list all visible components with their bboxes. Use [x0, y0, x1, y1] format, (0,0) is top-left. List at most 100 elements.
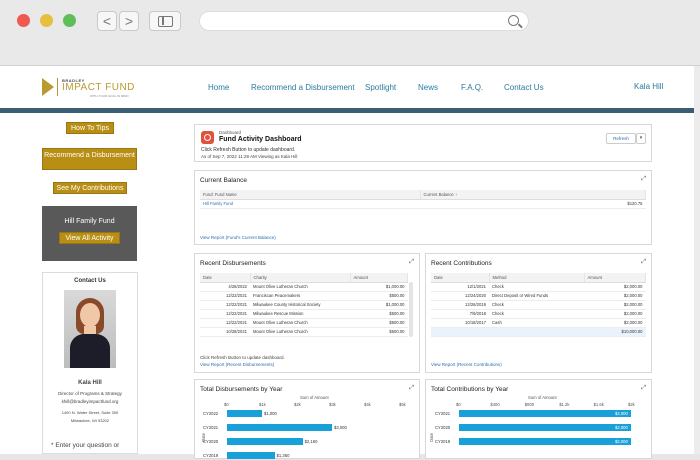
- y-tick-label: CY2021: [203, 425, 219, 430]
- y-tick-label: CY2020: [203, 439, 219, 444]
- total-row: $10,000.00: [431, 327, 646, 337]
- minimize-window-button[interactable]: [40, 14, 53, 27]
- contact-address-line2: Milwaukee, WI 53202: [70, 418, 110, 423]
- sidebar: How To Tips Recommend a Disbursement See…: [0, 113, 185, 454]
- x-tick-label: $0: [456, 402, 461, 407]
- expand-icon[interactable]: ⤢: [641, 259, 646, 266]
- x-tick-label: $400: [490, 402, 500, 407]
- expand-icon[interactable]: ⤢: [641, 176, 646, 183]
- x-tick-label: $800: [524, 402, 535, 407]
- search-icon: [508, 15, 519, 26]
- family-fund-name: Hill Family Fund: [64, 218, 115, 225]
- bar[interactable]: [227, 438, 303, 445]
- view-balance-report-link[interactable]: View Report (Fund's Current Balance): [200, 235, 276, 240]
- contact-name: Kala Hill: [78, 380, 102, 386]
- question-prompt: * Enter your question or: [51, 442, 120, 449]
- chevron-left-icon: <: [102, 13, 112, 29]
- dashboard-breadcrumb: Dashboard: [219, 130, 242, 135]
- nav-home[interactable]: Home: [208, 83, 229, 92]
- y-tick-label: CY2019: [435, 439, 451, 444]
- column-header[interactable]: Current Balance ↑: [420, 190, 646, 200]
- x-tick-label: $4k: [364, 402, 371, 407]
- view-contributions-report-link[interactable]: View Report (Recent Contributions): [431, 362, 502, 367]
- x-tick-label: $1.2k: [559, 402, 570, 407]
- contact-email[interactable]: khill@bradleyimpactfund.org: [43, 399, 137, 404]
- table-row: 10/18/2017 Cash $2,000.00: [431, 318, 646, 328]
- user-name[interactable]: Kala Hill: [634, 82, 663, 91]
- x-tick-label: $0: [224, 402, 229, 407]
- recommend-disbursement-button[interactable]: Recommend a Disbursement: [42, 148, 137, 170]
- how-to-tips-button[interactable]: How To Tips: [66, 122, 114, 134]
- column-header[interactable]: Method: [489, 273, 585, 283]
- address-bar[interactable]: [199, 11, 529, 31]
- expand-icon[interactable]: ⤢: [409, 259, 414, 266]
- column-header[interactable]: Date: [431, 273, 490, 283]
- contributions-title: Recent Contributions: [431, 260, 492, 267]
- current-balance-title: Current Balance: [200, 177, 247, 184]
- contact-photo: [64, 290, 116, 368]
- column-header[interactable]: Amount: [350, 273, 408, 283]
- nav-spotlight[interactable]: Spotlight: [365, 83, 396, 92]
- bar[interactable]: [459, 424, 631, 431]
- data-label: $2,000: [615, 411, 628, 416]
- dashboard-as-of: As of Sep 7, 2022 11:28 AM Viewing as Ka…: [201, 154, 298, 159]
- back-button[interactable]: <: [97, 11, 117, 31]
- close-window-button[interactable]: [17, 14, 30, 27]
- refresh-dropdown-button[interactable]: ▾: [636, 133, 646, 144]
- fund-name-link[interactable]: Hill Family Fund: [200, 199, 420, 209]
- x-tick-label: $3k: [329, 402, 336, 407]
- page-scrollbar[interactable]: [694, 66, 700, 454]
- nav-recommend-disbursement[interactable]: Recommend a Disbursement: [251, 83, 355, 92]
- data-label: $2,160: [304, 439, 318, 444]
- contributions-total: $10,000.00: [584, 327, 646, 337]
- browser-toolbar: < >: [0, 0, 700, 66]
- column-header[interactable]: Fund: Fund Name: [200, 190, 421, 200]
- see-my-contributions-button[interactable]: See My Contributions: [53, 182, 127, 194]
- maximize-window-button[interactable]: [63, 14, 76, 27]
- bar[interactable]: [459, 438, 631, 445]
- family-fund-card: Hill Family Fund View All Activity: [42, 206, 137, 261]
- chart-y-axis-label: Date: [428, 433, 434, 442]
- column-header[interactable]: Charity: [250, 273, 351, 283]
- disbursements-table: Date Charity Amount 4/28/2022 Mount Olive L…: [200, 273, 408, 337]
- sidebar-toggle-button[interactable]: [149, 11, 181, 31]
- x-tick-label: $2k: [628, 402, 635, 407]
- chevron-down-icon: ▾: [639, 135, 643, 141]
- x-tick-label: $5k: [399, 402, 406, 407]
- x-tick-label: $1k: [259, 402, 266, 407]
- logo-text: IMPACT FUND: [62, 82, 135, 93]
- column-header[interactable]: Date: [200, 273, 251, 283]
- recent-contributions-panel: Recent Contributions ⤢ Date Method Amount …: [425, 253, 652, 373]
- data-label: $3,000: [334, 425, 347, 430]
- table-scrollbar[interactable]: [409, 282, 413, 337]
- dashboard: Dashboard Fund Activity Dashboard Click …: [194, 124, 652, 459]
- bar[interactable]: [227, 410, 262, 417]
- site-header: BRADLEY IMPACT FUND WITH YOUR GOAL IN MI…: [0, 66, 694, 108]
- table-row: 12/26/2019 Check $2,000.00: [431, 300, 646, 310]
- chart-axis-title: Sum of Amount: [300, 395, 329, 400]
- column-header[interactable]: Amount: [584, 273, 646, 283]
- forward-button[interactable]: >: [119, 11, 139, 31]
- page-title: Fund Activity Dashboard: [219, 136, 302, 143]
- logo-divider: [57, 78, 58, 96]
- table-row: 12/1/2021 Check $2,000.00: [431, 282, 646, 292]
- disbursements-chart: Sum of Amount Date $0 $1k $2k $3k $4k $5k CY20…: [195, 380, 421, 460]
- bar[interactable]: [227, 452, 275, 459]
- data-label: $1,000: [264, 411, 277, 416]
- bar[interactable]: [459, 410, 631, 417]
- table-row: 4/28/2022 Mount Olive Lutheran Church $1,0…: [200, 282, 408, 292]
- logo-chevron-icon: [42, 78, 54, 96]
- balance-table: Fund: Fund Name Current Balance ↑ Hill Fa…: [200, 190, 646, 209]
- contact-heading: Contact Us: [74, 278, 106, 284]
- view-disbursements-report-link[interactable]: View Report (Recent Disbursements): [200, 362, 274, 367]
- bar[interactable]: [227, 424, 332, 431]
- nav-faq[interactable]: F.A.Q.: [461, 83, 483, 92]
- view-all-activity-button[interactable]: View All Activity: [59, 232, 120, 244]
- table-row: 12/22/2021 Franciscan Peacemakers $500.00: [200, 291, 408, 301]
- contact-address-line1: 1400 N. Water Street, Suite 300: [61, 410, 119, 415]
- balance-value: $120.75: [420, 199, 646, 209]
- nav-contact-us[interactable]: Contact Us: [504, 83, 544, 92]
- refresh-button[interactable]: Refresh: [606, 133, 636, 144]
- nav-news[interactable]: News: [418, 83, 438, 92]
- chart-axis-title: Sum of Amount: [528, 395, 557, 400]
